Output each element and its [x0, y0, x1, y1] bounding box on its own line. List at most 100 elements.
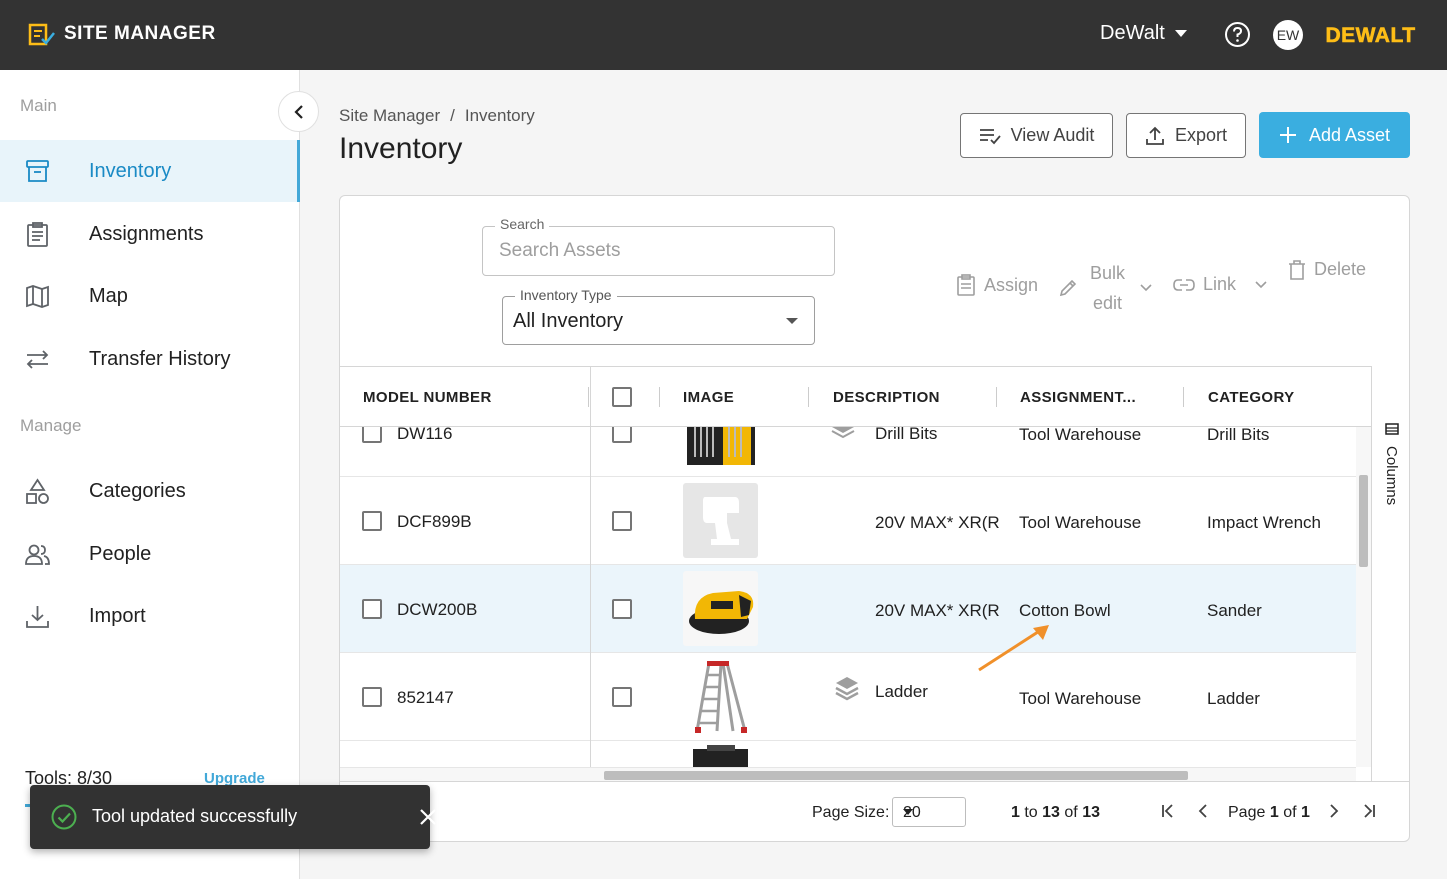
chevron-down-icon	[1140, 284, 1152, 292]
page-size-select[interactable]: 20	[892, 797, 966, 827]
row-checkbox[interactable]	[362, 427, 382, 443]
range-total: 13	[1082, 804, 1100, 821]
sidebar-item-assignments[interactable]: Assignments	[0, 203, 300, 265]
assign-label: Assign	[984, 274, 1039, 295]
column-header-description[interactable]: DESCRIPTION	[833, 389, 940, 406]
table-row[interactable]: DCF899B 20V MAX* XR(R) Tool Warehouse Im…	[340, 477, 1356, 565]
view-audit-button[interactable]: View Audit	[960, 113, 1113, 158]
row-checkbox[interactable]	[362, 599, 382, 619]
table-row[interactable]	[340, 741, 1356, 767]
collapse-sidebar-button[interactable]	[278, 91, 319, 132]
caret-down-icon	[786, 318, 798, 324]
total-pages: 1	[1300, 804, 1310, 821]
assignment-cell: Tool Warehouse	[1019, 513, 1142, 532]
plus-icon	[1279, 127, 1296, 143]
user-avatar[interactable]: EW	[1273, 20, 1303, 50]
sidebar-item-transfer-history[interactable]: Transfer History	[0, 328, 300, 390]
sidebar-item-label: Categories	[89, 479, 186, 502]
row-select-checkbox[interactable]	[612, 687, 632, 707]
sidebar-item-categories[interactable]: Categories	[0, 460, 300, 522]
page-word: Page	[1228, 804, 1266, 821]
audit-list-icon	[979, 128, 1001, 144]
sander-image	[689, 591, 754, 634]
table-row[interactable]: 852147 Ladder Tool Warehouse Ladder	[340, 653, 1356, 741]
column-separator[interactable]	[588, 387, 589, 407]
clipboard-icon	[957, 274, 975, 296]
row-select-checkbox[interactable]	[612, 511, 632, 531]
site-manager-logo-icon	[28, 23, 55, 46]
asset-image-ladder[interactable]	[683, 659, 758, 734]
export-button[interactable]: Export	[1126, 113, 1246, 158]
last-page-icon	[1364, 804, 1375, 818]
columns-side-panel-toggle[interactable]: Columns	[1371, 366, 1409, 781]
category-cell: Drill Bits	[1207, 427, 1270, 444]
range-to-word: to	[1024, 804, 1038, 821]
breadcrumb: Site Manager / Inventory	[339, 106, 535, 126]
archive-icon	[24, 158, 51, 185]
link-button[interactable]: Link	[1173, 274, 1268, 295]
row-checkbox[interactable]	[362, 687, 382, 707]
org-selector[interactable]: DeWalt	[1100, 22, 1187, 45]
sidebar-item-inventory[interactable]: Inventory	[0, 140, 300, 202]
asset-image-drill-bits[interactable]	[683, 427, 758, 468]
horizontal-scrollbar[interactable]	[340, 767, 1356, 781]
description-cell: Ladder	[875, 682, 928, 701]
page-size-label: Page Size:	[812, 804, 890, 821]
previous-page-button[interactable]	[1193, 801, 1213, 821]
vertical-scroll-thumb[interactable]	[1359, 475, 1368, 567]
svg-text:DEWALT: DEWALT	[1325, 24, 1415, 47]
column-separator[interactable]	[659, 387, 660, 407]
column-separator[interactable]	[1183, 387, 1184, 407]
column-header-image[interactable]: IMAGE	[683, 389, 734, 406]
chevron-left-icon	[1198, 804, 1207, 818]
app-logo[interactable]: SITE MANAGER	[28, 21, 216, 47]
range-from: 1	[1011, 804, 1020, 821]
upload-icon	[1146, 126, 1164, 145]
row-select-checkbox[interactable]	[612, 599, 632, 619]
help-button[interactable]	[1224, 21, 1251, 48]
inventory-type-select[interactable]: Inventory Type All Inventory	[502, 287, 815, 345]
table-row[interactable]: DW116 Drill Bits Tool Warehouse Drill Bi…	[340, 427, 1356, 477]
search-input[interactable]	[499, 240, 819, 262]
sidebar-item-people[interactable]: People	[0, 523, 300, 585]
inventory-card: Search Inventory Type All Inventory Assi…	[339, 195, 1410, 842]
column-header-model-number[interactable]: MODEL NUMBER	[363, 389, 492, 406]
sidebar-item-import[interactable]: Import	[0, 585, 300, 647]
sidebar-item-label: Transfer History	[89, 347, 231, 370]
row-select-checkbox[interactable]	[612, 427, 632, 443]
table-row[interactable]: DCW200B 20V MAX* XR(R) Cotton Bowl Sande…	[340, 565, 1356, 653]
asset-image-partial[interactable]	[683, 745, 758, 767]
caret-down-icon	[1174, 29, 1187, 37]
row-checkbox[interactable]	[362, 511, 382, 531]
delete-button[interactable]: Delete	[1288, 259, 1366, 280]
page-title: Inventory	[339, 132, 463, 165]
check-circle-icon	[51, 804, 77, 830]
drill-bits-image	[683, 427, 758, 468]
column-separator[interactable]	[808, 387, 809, 407]
asset-image-sander[interactable]	[683, 571, 758, 646]
next-page-button[interactable]	[1324, 801, 1344, 821]
horizontal-scroll-thumb[interactable]	[604, 771, 1188, 780]
model-number-cell: 852147	[397, 688, 454, 707]
toast-message: Tool updated successfully	[92, 806, 298, 826]
add-asset-button[interactable]: Add Asset	[1259, 112, 1410, 158]
vertical-scrollbar[interactable]	[1356, 427, 1371, 767]
search-field[interactable]: Search	[482, 216, 835, 276]
sidebar-item-map[interactable]: Map	[0, 265, 300, 327]
assign-button[interactable]: Assign	[956, 274, 1038, 296]
last-page-button[interactable]	[1359, 801, 1379, 821]
breadcrumb-site-manager[interactable]: Site Manager	[339, 106, 440, 126]
current-page: 1	[1269, 804, 1279, 821]
top-bar: SITE MANAGER DeWalt EW DEWALT	[0, 0, 1447, 70]
column-separator[interactable]	[996, 387, 997, 407]
column-header-assignment[interactable]: ASSIGNMENT...	[1020, 389, 1136, 406]
bulk-edit-button[interactable]: Bulk edit	[1058, 258, 1153, 318]
close-icon	[420, 809, 436, 825]
asset-image-placeholder[interactable]	[683, 483, 758, 558]
table-body: DW116 Drill Bits Tool Warehouse Drill Bi…	[340, 427, 1356, 767]
select-all-checkbox[interactable]	[612, 387, 632, 407]
column-header-category[interactable]: CATEGORY	[1208, 389, 1295, 406]
toast-close-button[interactable]	[418, 807, 438, 827]
first-page-button[interactable]	[1158, 801, 1178, 821]
sidebar-item-label: Assignments	[89, 222, 204, 245]
